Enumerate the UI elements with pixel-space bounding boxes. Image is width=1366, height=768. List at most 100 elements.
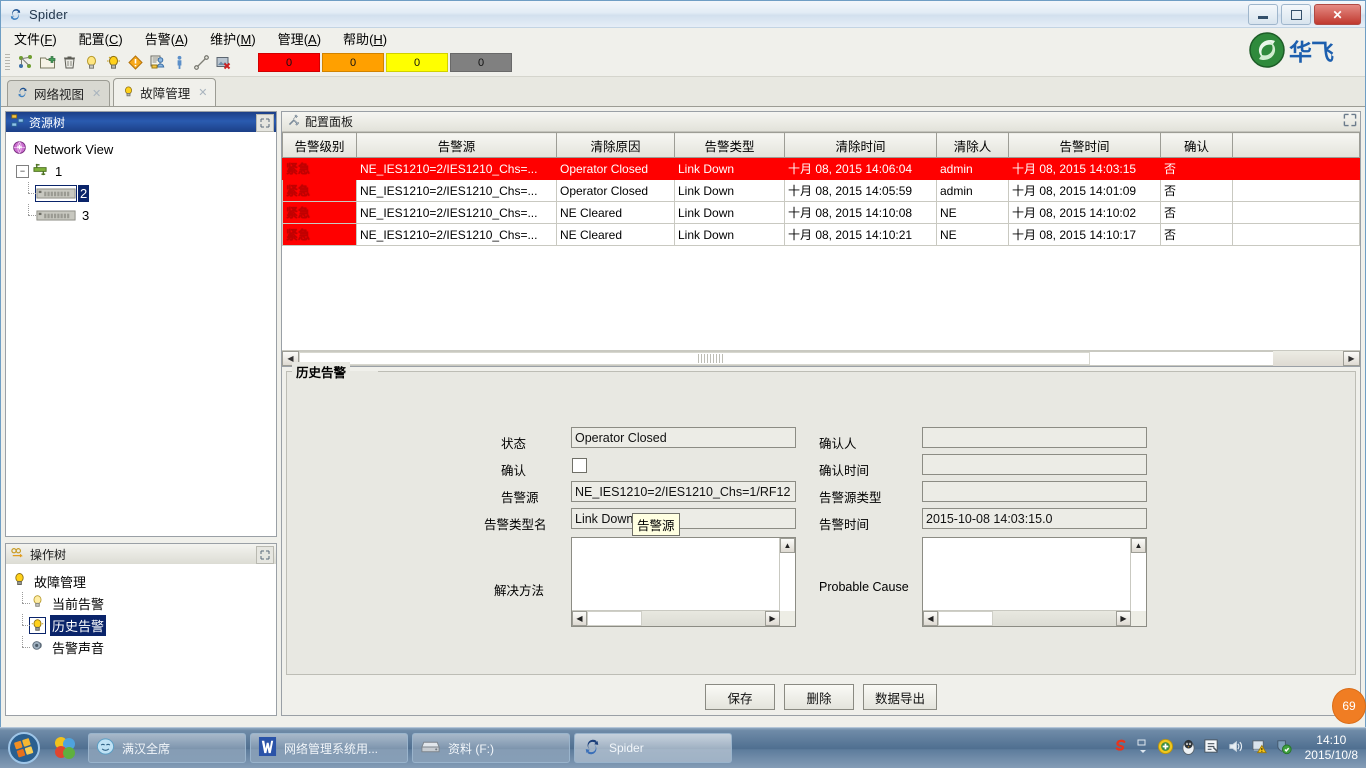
restore-icon[interactable] xyxy=(256,114,274,132)
scroll-left-icon[interactable]: ◀ xyxy=(923,611,938,626)
op-node-alarm-sound[interactable]: 告警声音 xyxy=(6,636,276,658)
tree-node-1[interactable]: − 1 xyxy=(6,160,276,182)
alarm-time-field[interactable]: 2015-10-08 14:03:15.0 xyxy=(922,508,1147,529)
menu-alarm[interactable]: 告警(A) xyxy=(142,28,191,49)
tab-network-view[interactable]: 网络视图 ✕ xyxy=(7,80,110,106)
link-icon[interactable] xyxy=(190,52,212,74)
new-folder-icon[interactable] xyxy=(36,52,58,74)
start-orb-icon[interactable] xyxy=(0,729,48,767)
restore-icon[interactable] xyxy=(1343,113,1357,130)
col-ack[interactable]: 确认 xyxy=(1161,133,1233,158)
table-row[interactable]: 紧急 NE_IES1210=2/IES1210_Chs=... NE Clear… xyxy=(283,202,1360,224)
scroll-right-icon[interactable]: ▶ xyxy=(1116,611,1131,626)
tree-branch-line xyxy=(22,204,36,226)
col-clear-time[interactable]: 清除时间 xyxy=(785,133,937,158)
probable-cause-horizontal-scrollbar[interactable]: ◀ ▶ xyxy=(923,610,1131,626)
scroll-track[interactable] xyxy=(780,553,795,611)
maximize-button[interactable] xyxy=(1281,4,1311,25)
status-field[interactable]: Operator Closed xyxy=(571,427,796,448)
task-button[interactable]: 资料 (F:) xyxy=(412,733,570,763)
menu-maintenance[interactable]: 维护(M) xyxy=(207,28,259,49)
close-icon[interactable]: ✕ xyxy=(92,87,101,100)
qq-penguin-icon[interactable] xyxy=(1181,738,1196,759)
ack-time-field[interactable] xyxy=(922,454,1147,475)
ack-user-field[interactable] xyxy=(922,427,1147,448)
counter-critical[interactable]: 0 xyxy=(258,53,320,72)
scroll-up-icon[interactable]: ▲ xyxy=(1131,538,1146,553)
col-alarm-time[interactable]: 告警时间 xyxy=(1009,133,1161,158)
image-alert-icon[interactable] xyxy=(212,52,234,74)
scroll-left-icon[interactable]: ◀ xyxy=(572,611,587,626)
colorful-app-icon[interactable] xyxy=(48,729,82,767)
counter-major[interactable]: 0 xyxy=(322,53,384,72)
group-border-right xyxy=(378,371,1356,372)
bulb-on-icon[interactable] xyxy=(102,52,124,74)
close-button[interactable]: ✕ xyxy=(1314,4,1361,25)
menu-help[interactable]: 帮助(H) xyxy=(340,28,390,49)
op-node-fault-management[interactable]: 故障管理 xyxy=(6,570,276,592)
counter-warning[interactable]: 0 xyxy=(450,53,512,72)
person-icon[interactable] xyxy=(168,52,190,74)
task-button-active[interactable]: Spider xyxy=(574,733,732,763)
scroll-thumb[interactable] xyxy=(938,611,993,626)
user-list-icon[interactable] xyxy=(146,52,168,74)
source-type-field[interactable] xyxy=(922,481,1147,502)
export-button[interactable]: 数据导出 xyxy=(863,684,937,710)
table-row[interactable]: 紧急 NE_IES1210=2/IES1210_Chs=... NE Clear… xyxy=(283,224,1360,246)
tree-node-network-view[interactable]: Network View xyxy=(6,138,276,160)
delete-icon[interactable] xyxy=(58,52,80,74)
input-method-icon[interactable] xyxy=(1203,738,1220,758)
scroll-thumb[interactable] xyxy=(587,611,642,626)
minimize-button[interactable] xyxy=(1248,4,1278,25)
counter-minor[interactable]: 0 xyxy=(386,53,448,72)
security-icon[interactable] xyxy=(1157,738,1174,758)
op-node-current-alarms[interactable]: 当前告警 xyxy=(6,592,276,614)
shield-ok-icon[interactable] xyxy=(1275,738,1292,758)
type-name-field[interactable]: Link Down xyxy=(571,508,796,529)
table-horizontal-scrollbar[interactable]: ◀ ▶ xyxy=(282,350,1360,366)
solution-horizontal-scrollbar[interactable]: ◀ ▶ xyxy=(572,610,780,626)
table-row[interactable]: 紧急 NE_IES1210=2/IES1210_Chs=... Operator… xyxy=(283,158,1360,180)
chevron-up-icon[interactable] xyxy=(1136,739,1150,758)
collapse-icon[interactable]: − xyxy=(16,165,29,178)
col-severity[interactable]: 告警级别 xyxy=(283,133,357,158)
op-node-history-alarms[interactable]: 历史告警 xyxy=(6,614,276,636)
tree-node-2[interactable]: 2 xyxy=(6,182,276,204)
task-button[interactable]: 网络管理系统用... xyxy=(250,733,408,763)
tree-node-3[interactable]: 3 xyxy=(6,204,276,226)
side-gadget[interactable]: 69 xyxy=(1332,686,1366,726)
col-source[interactable]: 告警源 xyxy=(357,133,557,158)
ack-checkbox[interactable] xyxy=(572,458,587,473)
task-button[interactable]: 满汉全席 xyxy=(88,733,246,763)
menu-config[interactable]: 配置(C) xyxy=(76,28,126,49)
scroll-up-icon[interactable]: ▲ xyxy=(780,538,795,553)
close-icon[interactable]: ✕ xyxy=(198,86,207,99)
delete-button[interactable]: 删除 xyxy=(784,684,854,710)
scroll-thumb[interactable] xyxy=(299,352,1090,365)
taskbar-clock[interactable]: 14:10 2015/10/8 xyxy=(1299,733,1358,763)
volume-icon[interactable] xyxy=(1227,738,1244,758)
solution-textarea[interactable]: ▲ ▼ ◀ ▶ xyxy=(571,537,796,627)
scroll-right-icon[interactable]: ▶ xyxy=(1343,351,1360,366)
bulb-off-icon[interactable] xyxy=(80,52,102,74)
network-alert-icon[interactable] xyxy=(1251,738,1268,758)
menu-file[interactable]: 文件(F) xyxy=(11,28,60,49)
topology-icon[interactable] xyxy=(14,52,36,74)
col-alarm-type[interactable]: 告警类型 xyxy=(675,133,785,158)
scroll-track[interactable] xyxy=(299,351,1273,366)
warning-diamond-icon[interactable] xyxy=(124,52,146,74)
toolbar-grip[interactable] xyxy=(5,54,10,72)
sogou-icon[interactable] xyxy=(1112,738,1129,758)
restore-icon[interactable] xyxy=(256,546,274,564)
col-clear-user[interactable]: 清除人 xyxy=(937,133,1009,158)
tab-fault-management[interactable]: 故障管理 ✕ xyxy=(113,78,216,106)
scroll-track[interactable] xyxy=(1131,553,1146,611)
col-clear-reason[interactable]: 清除原因 xyxy=(557,133,675,158)
probable-cause-textarea[interactable]: ▲ ▼ ◀ ▶ xyxy=(922,537,1147,627)
table-row[interactable]: 紧急 NE_IES1210=2/IES1210_Chs=... Operator… xyxy=(283,180,1360,202)
col-extra[interactable] xyxy=(1233,133,1360,158)
source-field[interactable]: NE_IES1210=2/IES1210_Chs=1/RF12 xyxy=(571,481,796,502)
save-button[interactable]: 保存 xyxy=(705,684,775,710)
menu-management[interactable]: 管理(A) xyxy=(275,28,324,49)
scroll-right-icon[interactable]: ▶ xyxy=(765,611,780,626)
